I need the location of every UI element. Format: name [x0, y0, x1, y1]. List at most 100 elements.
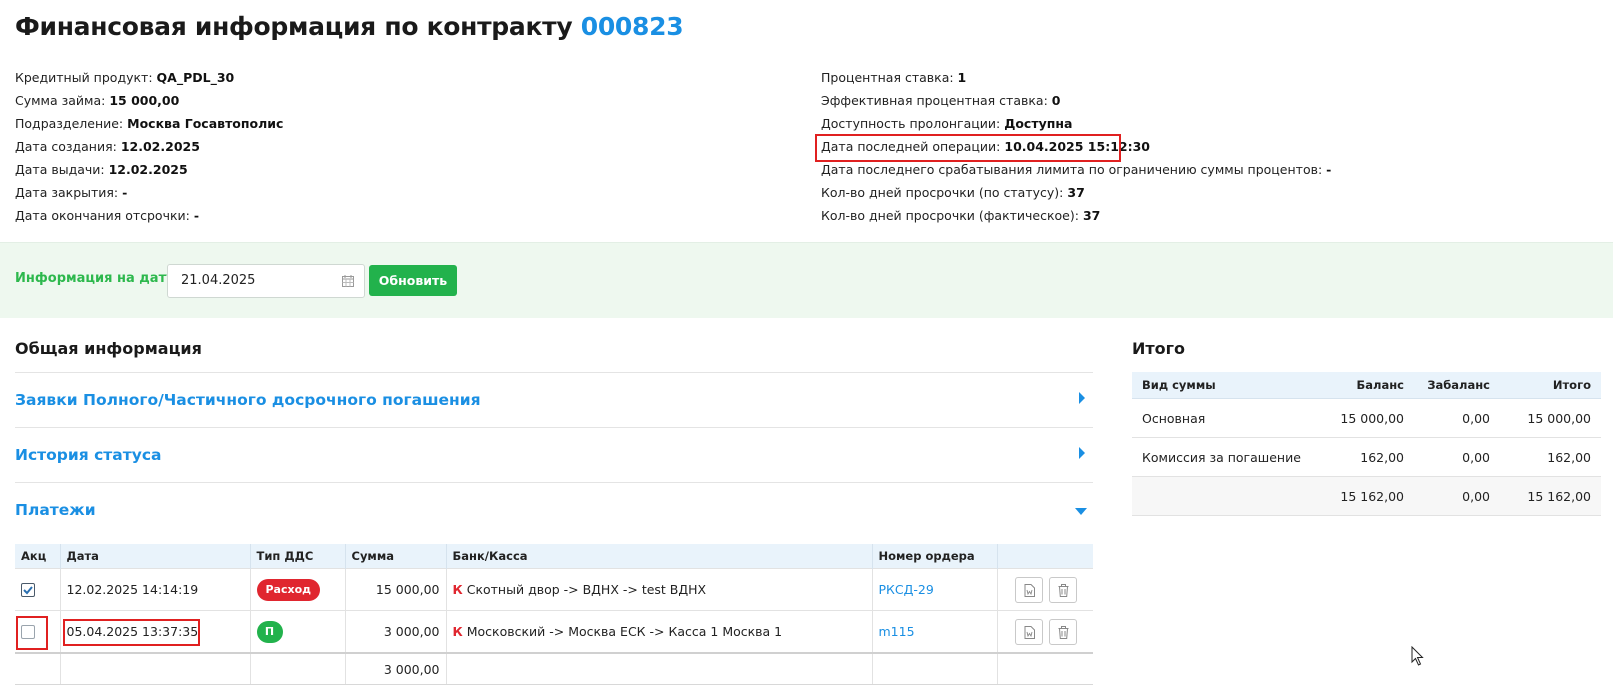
delete-button[interactable]	[1049, 576, 1078, 603]
info-value: -	[122, 185, 128, 200]
info-label: Эффективная процентная ставка:	[821, 93, 1048, 108]
info-row-closed: Дата закрытия: -	[15, 181, 283, 204]
info-row-overdue-actual: Кол-во дней просрочки (фактическое): 37	[821, 204, 1331, 227]
document-button[interactable]	[1015, 618, 1044, 645]
table-row: 12.02.2025 14:14:19 Расход 15 000,00 К Ск…	[15, 568, 1093, 611]
info-value: QA_PDL_30	[156, 70, 235, 85]
offbalance-cell: 0,00	[1414, 398, 1500, 438]
sum-balance: 15 162,00	[1322, 476, 1414, 516]
bank-text: Московский -> Москва ЕСК -> Касса 1 Моск…	[466, 624, 783, 639]
accordion-early-repayment-label: Заявки Полного/Частичного досрочного пог…	[15, 391, 481, 409]
info-value: 37	[1067, 185, 1085, 200]
info-value: -	[193, 208, 200, 223]
sum-offbalance: 0,00	[1414, 476, 1500, 516]
date-cell: 12.02.2025 14:14:19	[59, 568, 250, 611]
page-title-prefix: Финансовая информация по контракту	[15, 12, 573, 41]
info-label: Кол-во дней просрочки (по статусу):	[821, 185, 1064, 200]
col-total: Итого	[1500, 372, 1601, 399]
accept-checkbox[interactable]	[21, 625, 35, 640]
accept-checkbox[interactable]	[21, 583, 35, 598]
date-input-value: 21.04.2025	[181, 273, 256, 288]
contract-info-left: Кредитный продукт: QA_PDL_30 Сумма займа…	[15, 66, 283, 227]
totals-sum-row: 15 162,00 0,00 15 162,00	[1132, 476, 1601, 516]
info-value: Доступна	[1004, 116, 1073, 131]
info-row-department: Подразделение: Москва Госавтополис	[15, 112, 283, 135]
info-value: 37	[1082, 208, 1101, 223]
payments-total-row: 3 000,00	[15, 652, 1093, 685]
chevron-right-icon	[1079, 447, 1085, 459]
info-label: Дата создания:	[15, 139, 117, 154]
bank-cell: К Московский -> Москва ЕСК -> Касса 1 Мос…	[445, 610, 872, 654]
totals-table: Вид суммы Баланс Забаланс Итого Основная…	[1132, 372, 1601, 516]
bank-mark: К	[452, 582, 463, 597]
order-cell: РКСД-29	[871, 568, 997, 611]
order-link[interactable]: РКСД-29	[879, 582, 934, 597]
amount-cell: 15 000,00	[344, 568, 446, 611]
info-row-limit-trigger: Дата последнего срабатывания лимита по о…	[821, 158, 1331, 181]
table-row: Основная 15 000,00 0,00 15 000,00	[1132, 398, 1601, 438]
info-label: Процентная ставка:	[821, 70, 954, 85]
payments-table: Акц Дата Тип ДДС Сумма Банк/Касса Номер …	[15, 544, 1093, 685]
chevron-down-icon	[1075, 508, 1087, 515]
info-value: 15 000,00	[109, 93, 180, 108]
info-row-effective-rate: Эффективная процентная ставка: 0	[821, 89, 1331, 112]
bank-cell: К Скотный двор -> ВДНХ -> test ВДНХ	[445, 568, 872, 611]
date-cell: 05.04.2025 13:37:35	[59, 610, 250, 654]
actions-cell	[996, 610, 1093, 654]
payments-header-row: Акц Дата Тип ДДС Сумма Банк/Касса Номер …	[15, 544, 1093, 569]
info-row-product: Кредитный продукт: QA_PDL_30	[15, 66, 283, 89]
bank-mark: К	[452, 624, 463, 639]
balance-cell: 15 000,00	[1322, 398, 1414, 438]
document-button[interactable]	[1015, 576, 1044, 603]
info-label: Дата последнего срабатывания лимита по о…	[821, 162, 1323, 177]
type-cell: П	[249, 610, 345, 654]
col-actions	[996, 544, 1093, 569]
col-accept: Акц	[15, 544, 60, 569]
type-cell: Расход	[249, 568, 345, 611]
col-order: Номер ордера	[871, 544, 997, 569]
col-bank: Банк/Касса	[445, 544, 872, 569]
offbalance-cell: 0,00	[1414, 437, 1500, 477]
payments-total-amount: 3 000,00	[344, 652, 446, 685]
info-value: 10.04.2025 15:12:30	[1004, 139, 1150, 154]
info-label: Дата выдачи:	[15, 162, 105, 177]
table-row: Комиссия за погашение 162,00 0,00 162,00	[1132, 437, 1601, 477]
info-row-created: Дата создания: 12.02.2025	[15, 135, 283, 158]
balance-cell: 162,00	[1322, 437, 1414, 477]
sum-total: 15 162,00	[1500, 476, 1601, 516]
order-cell: m115	[871, 610, 997, 654]
contract-info-right: Процентная ставка: 1 Эффективная процент…	[815, 66, 1331, 227]
order-link[interactable]: m115	[879, 624, 915, 639]
col-offbalance: Забаланс	[1414, 372, 1500, 399]
accordion-status-history[interactable]: История статуса	[15, 427, 1093, 483]
date-input[interactable]: 21.04.2025	[167, 264, 365, 298]
col-balance: Баланс	[1322, 372, 1414, 399]
amount-cell: 3 000,00	[344, 610, 446, 654]
info-row-issued: Дата выдачи: 12.02.2025	[15, 158, 283, 181]
sum-kind-cell: Основная	[1132, 398, 1322, 438]
sum-kind-cell: Комиссия за погашение	[1132, 437, 1322, 477]
total-cell: 162,00	[1500, 437, 1601, 477]
refresh-button[interactable]: Обновить	[369, 265, 457, 296]
dds-type-badge: П	[256, 620, 283, 643]
info-value: Москва Госавтополис	[127, 116, 284, 131]
delete-button[interactable]	[1049, 618, 1078, 645]
info-label: Доступность пролонгации:	[821, 116, 1001, 131]
accordion-early-repayment[interactable]: Заявки Полного/Частичного досрочного пог…	[15, 372, 1093, 428]
accordion-payments-label: Платежи	[15, 501, 96, 519]
document-icon	[1024, 625, 1036, 639]
info-row-overdue-status: Кол-во дней просрочки (по статусу): 37	[821, 181, 1331, 204]
calendar-icon[interactable]	[342, 275, 354, 287]
date-value: 05.04.2025 13:37:35	[66, 624, 199, 639]
bank-text: Скотный двор -> ВДНХ -> test ВДНХ	[466, 582, 707, 597]
totals-header-row: Вид суммы Баланс Забаланс Итого	[1132, 372, 1601, 399]
info-label: Дата закрытия:	[15, 185, 119, 200]
info-value: -	[1326, 162, 1332, 177]
info-label: Кредитный продукт:	[15, 70, 153, 85]
info-row-prolongation: Доступность пролонгации: Доступна	[821, 112, 1331, 135]
info-label: Сумма займа:	[15, 93, 106, 108]
accordion-payments[interactable]: Платежи	[15, 482, 1093, 533]
accept-cell	[15, 568, 60, 611]
col-amount: Сумма	[344, 544, 446, 569]
info-label: Кол-во дней просрочки (фактическое):	[821, 208, 1079, 223]
